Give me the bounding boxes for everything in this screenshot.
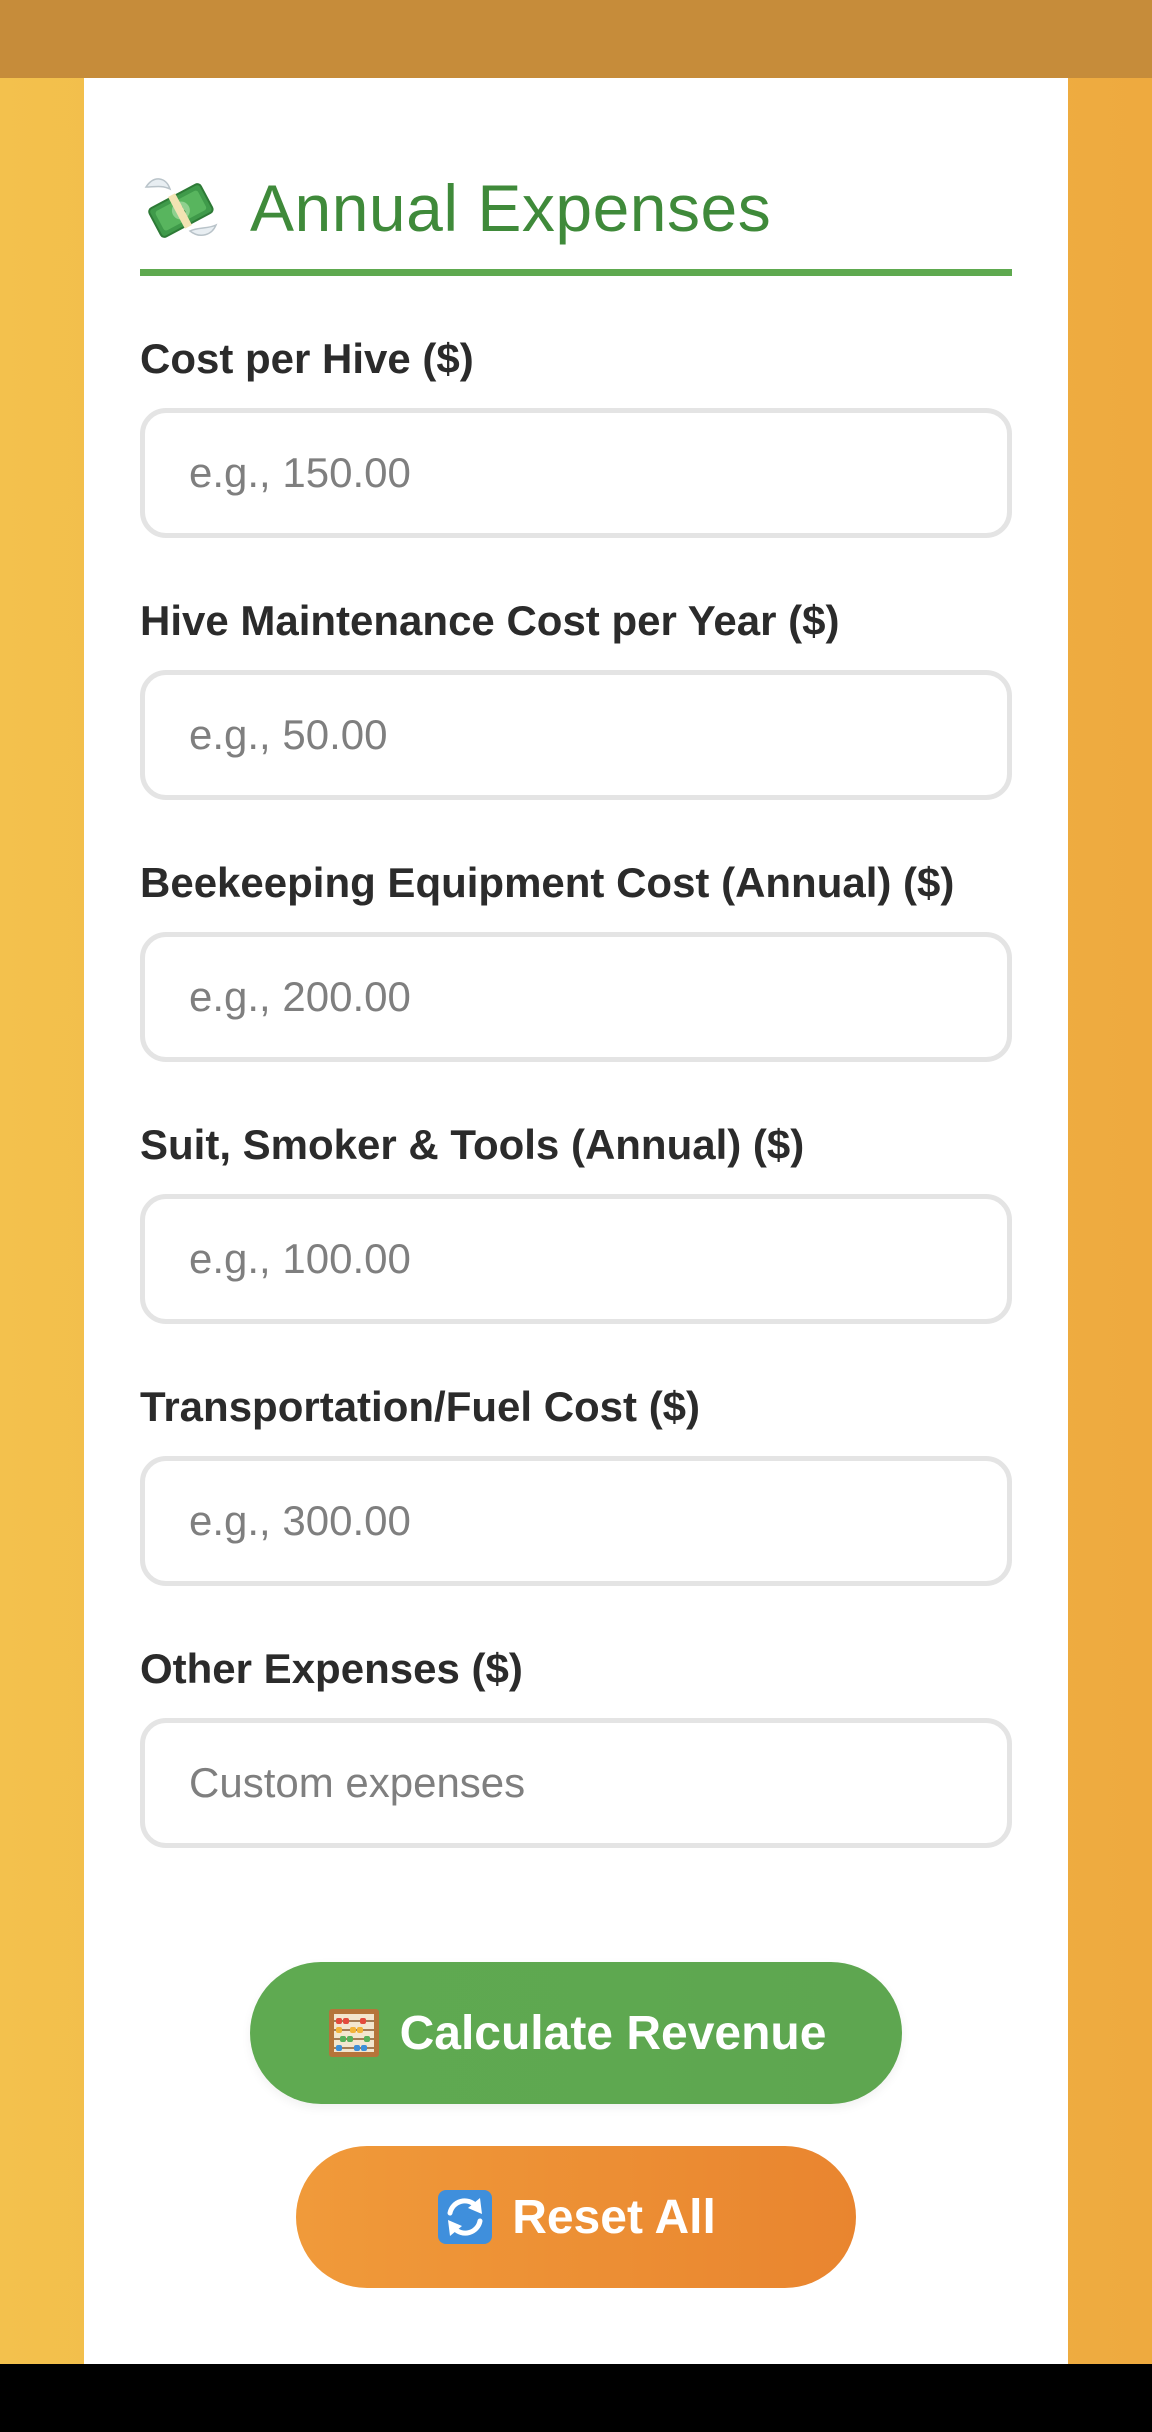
cost-per-hive-label: Cost per Hive ($) xyxy=(140,335,474,382)
money-with-wings-icon: $ xyxy=(140,169,220,249)
transportation-fuel-input[interactable] xyxy=(140,1456,1012,1586)
top-strip xyxy=(0,0,1152,78)
transportation-fuel-label: Transportation/Fuel Cost ($) xyxy=(140,1383,701,1430)
abacus-icon xyxy=(326,2005,382,2061)
other-expenses-label: Other Expenses ($) xyxy=(140,1645,523,1692)
suit-smoker-tools-input[interactable] xyxy=(140,1194,1012,1324)
suit-smoker-tools-label: Suit, Smoker & Tools (Annual) ($) xyxy=(140,1121,805,1168)
bottom-black-bar xyxy=(0,2364,1152,2432)
section-header: $ Annual Expenses xyxy=(140,152,1012,276)
other-expenses-input[interactable] xyxy=(140,1718,1012,1848)
hive-maintenance-label: Hive Maintenance Cost per Year ($) xyxy=(140,597,840,644)
cost-per-hive-input[interactable] xyxy=(140,408,1012,538)
calculate-revenue-label: Calculate Revenue xyxy=(399,2006,827,2060)
refresh-arrows-icon xyxy=(436,2188,494,2246)
equipment-cost-input[interactable] xyxy=(140,932,1012,1062)
calculate-revenue-button[interactable]: Calculate Revenue xyxy=(250,1962,902,2104)
expenses-card: $ Annual Expenses Cost per Hive ($) Hive… xyxy=(84,78,1068,2364)
section-title: Annual Expenses xyxy=(250,170,772,245)
equipment-cost-label: Beekeeping Equipment Cost (Annual) ($) xyxy=(140,859,955,906)
reset-all-button[interactable]: Reset All xyxy=(296,2146,856,2288)
hive-maintenance-input[interactable] xyxy=(140,670,1012,800)
reset-all-label: Reset All xyxy=(512,2190,716,2244)
